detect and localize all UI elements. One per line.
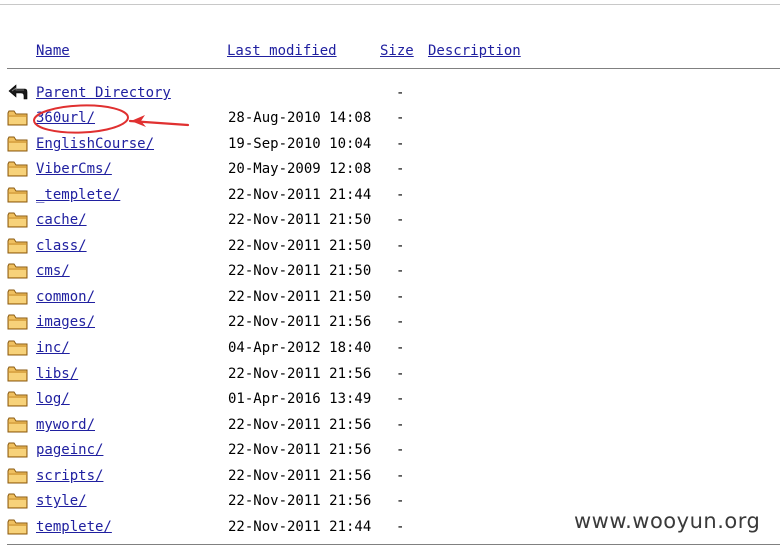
directory-row: cms/22-Nov-2011 21:50 - xyxy=(0,261,780,281)
folder-link[interactable]: myword/ xyxy=(36,417,95,433)
directory-row: common/22-Nov-2011 21:50 - xyxy=(0,287,780,307)
last-modified-cell: 22-Nov-2011 21:56 xyxy=(228,314,372,330)
directory-row: myword/22-Nov-2011 21:56 - xyxy=(0,415,780,435)
last-modified-cell: 20-May-2009 12:08 xyxy=(228,161,372,177)
size-cell: - xyxy=(396,238,405,254)
header-divider xyxy=(7,68,780,69)
folder-icon xyxy=(7,364,29,384)
size-cell: - xyxy=(396,366,405,382)
folder-link[interactable]: ViberCms/ xyxy=(36,161,112,177)
folder-icon xyxy=(7,134,29,154)
size-cell: - xyxy=(396,493,405,509)
last-modified-cell: 22-Nov-2011 21:56 xyxy=(228,468,372,484)
size-cell: - xyxy=(396,442,405,458)
directory-row: 360url/28-Aug-2010 14:08 - xyxy=(0,108,780,128)
sort-by-description-link[interactable]: Description xyxy=(428,43,521,59)
folder-link[interactable]: libs/ xyxy=(36,366,78,382)
sort-by-size-link[interactable]: Size xyxy=(380,43,414,59)
folder-icon xyxy=(7,287,29,307)
last-modified-cell: 22-Nov-2011 21:56 xyxy=(228,417,372,433)
folder-icon xyxy=(7,261,29,281)
folder-link[interactable]: common/ xyxy=(36,289,95,305)
folder-link[interactable]: _templete/ xyxy=(36,187,120,203)
size-cell: - xyxy=(396,391,405,407)
folder-icon xyxy=(7,491,29,511)
folder-link[interactable]: cms/ xyxy=(36,263,70,279)
last-modified-cell: 22-Nov-2011 21:56 xyxy=(228,366,372,382)
directory-row: EnglishCourse/19-Sep-2010 10:04 - xyxy=(0,134,780,154)
folder-link[interactable]: inc/ xyxy=(36,340,70,356)
size-cell: - xyxy=(396,187,405,203)
last-modified-cell: 22-Nov-2011 21:56 xyxy=(228,493,372,509)
folder-link[interactable]: log/ xyxy=(36,391,70,407)
last-modified-cell: 22-Nov-2011 21:56 xyxy=(228,442,372,458)
size-cell: - xyxy=(396,161,405,177)
size-cell: - xyxy=(396,519,405,535)
folder-icon xyxy=(7,108,29,128)
back-arrow-icon xyxy=(7,83,29,103)
directory-row: cache/22-Nov-2011 21:50 - xyxy=(0,210,780,230)
directory-row: style/22-Nov-2011 21:56 - xyxy=(0,491,780,511)
size-cell: - xyxy=(396,289,405,305)
directory-row: inc/04-Apr-2012 18:40 - xyxy=(0,338,780,358)
watermark-text: www.wooyun.org xyxy=(574,509,761,533)
size-cell: - xyxy=(396,212,405,228)
size-cell: - xyxy=(396,468,405,484)
last-modified-cell: 28-Aug-2010 14:08 xyxy=(228,110,372,126)
folder-link[interactable]: 360url/ xyxy=(36,110,95,126)
directory-row: scripts/22-Nov-2011 21:56 - xyxy=(0,466,780,486)
parent-directory-row: Parent Directory - xyxy=(0,83,780,103)
last-modified-cell: 22-Nov-2011 21:50 xyxy=(228,289,372,305)
size-cell: - xyxy=(396,314,405,330)
directory-row: images/22-Nov-2011 21:56 - xyxy=(0,312,780,332)
last-modified-cell: 22-Nov-2011 21:44 xyxy=(228,187,372,203)
size-cell: - xyxy=(396,340,405,356)
directory-row: pageinc/22-Nov-2011 21:56 - xyxy=(0,440,780,460)
folder-icon xyxy=(7,517,29,537)
folder-link[interactable]: cache/ xyxy=(36,212,87,228)
size-cell: - xyxy=(396,136,405,152)
parent-size: - xyxy=(396,85,405,101)
size-cell: - xyxy=(396,417,405,433)
last-modified-cell: 04-Apr-2012 18:40 xyxy=(228,340,372,356)
folder-icon xyxy=(7,466,29,486)
folder-link[interactable]: EnglishCourse/ xyxy=(36,136,154,152)
folder-link[interactable]: templete/ xyxy=(36,519,112,535)
sort-by-name-link[interactable]: Name xyxy=(36,43,70,59)
last-modified-cell: 19-Sep-2010 10:04 xyxy=(228,136,372,152)
folder-icon xyxy=(7,338,29,358)
folder-link[interactable]: pageinc/ xyxy=(36,442,103,458)
folder-icon xyxy=(7,389,29,409)
folder-icon xyxy=(7,236,29,256)
directory-row: log/01-Apr-2016 13:49 - xyxy=(0,389,780,409)
size-cell: - xyxy=(396,110,405,126)
folder-link[interactable]: images/ xyxy=(36,314,95,330)
last-modified-cell: 22-Nov-2011 21:50 xyxy=(228,238,372,254)
footer-divider xyxy=(7,544,780,545)
last-modified-cell: 22-Nov-2011 21:50 xyxy=(228,263,372,279)
folder-icon xyxy=(7,185,29,205)
folder-icon xyxy=(7,440,29,460)
directory-row: _templete/22-Nov-2011 21:44 - xyxy=(0,185,780,205)
folder-link[interactable]: scripts/ xyxy=(36,468,103,484)
last-modified-cell: 01-Apr-2016 13:49 xyxy=(228,391,372,407)
last-modified-cell: 22-Nov-2011 21:44 xyxy=(228,519,372,535)
folder-link[interactable]: class/ xyxy=(36,238,87,254)
folder-icon xyxy=(7,415,29,435)
directory-row: ViberCms/20-May-2009 12:08 - xyxy=(0,159,780,179)
directory-row: class/22-Nov-2011 21:50 - xyxy=(0,236,780,256)
directory-row: libs/22-Nov-2011 21:56 - xyxy=(0,364,780,384)
sort-by-last-modified-link[interactable]: Last modified xyxy=(227,43,337,59)
column-header-row: Name Last modified Size Description xyxy=(0,43,780,63)
folder-icon xyxy=(7,210,29,230)
folder-icon xyxy=(7,312,29,332)
size-cell: - xyxy=(396,263,405,279)
parent-directory-link[interactable]: Parent Directory xyxy=(36,85,171,101)
folder-link[interactable]: style/ xyxy=(36,493,87,509)
last-modified-cell: 22-Nov-2011 21:50 xyxy=(228,212,372,228)
folder-icon xyxy=(7,159,29,179)
top-page-edge xyxy=(0,4,780,5)
cropped-title-fragment xyxy=(146,0,160,4)
